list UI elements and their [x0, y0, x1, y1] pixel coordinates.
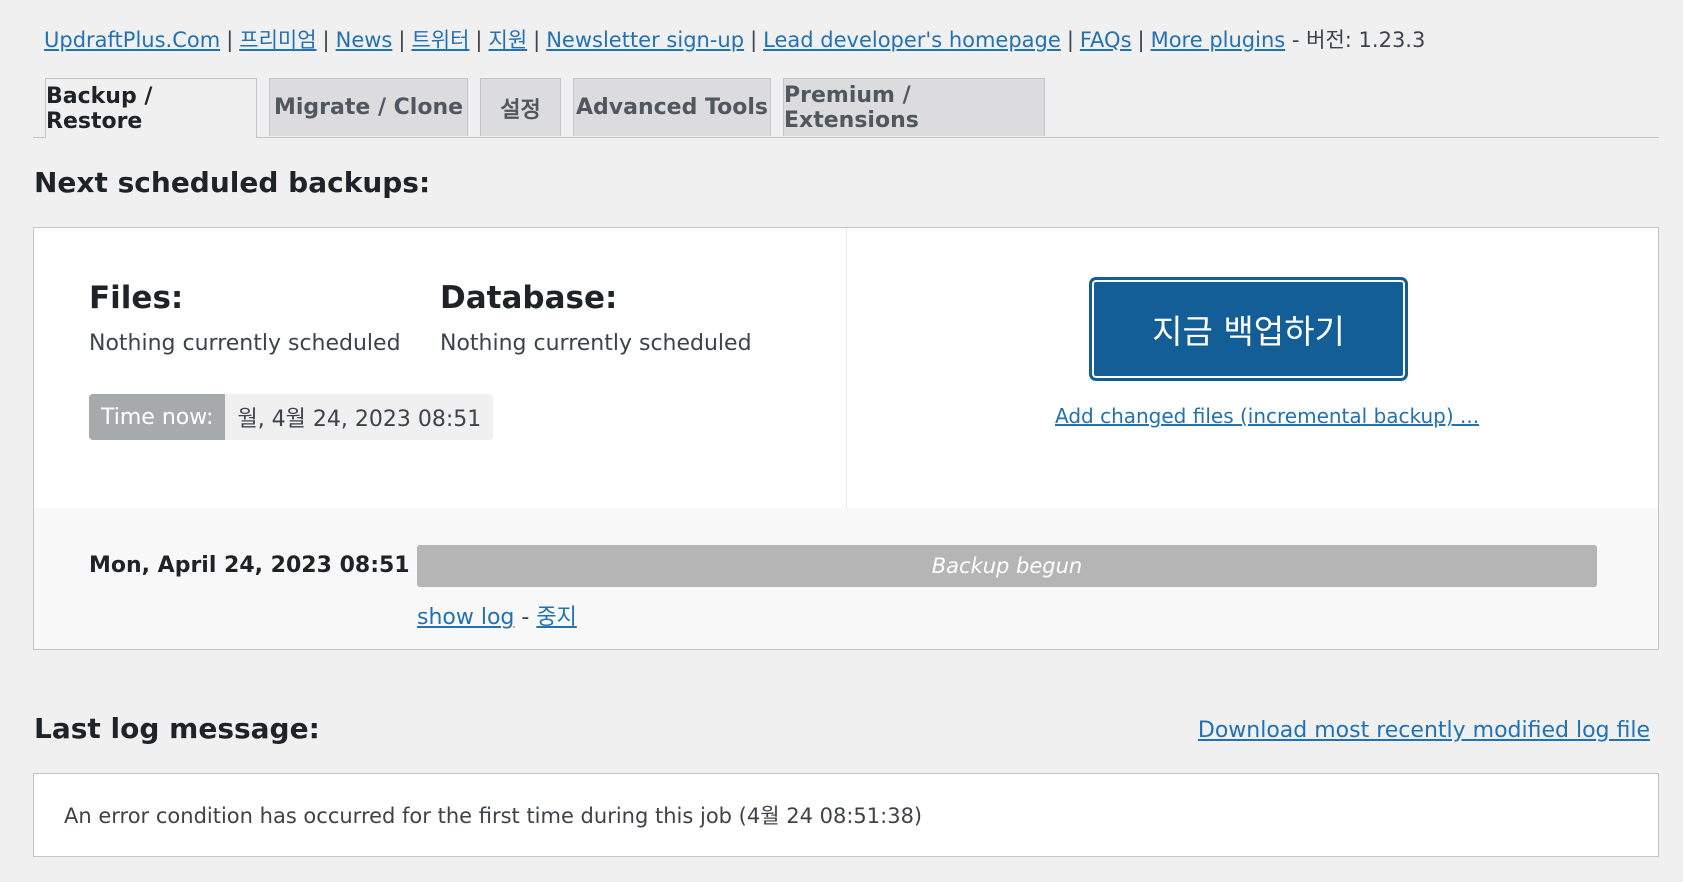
separator: |	[1066, 28, 1074, 52]
time-now-label: Time now:	[89, 394, 226, 440]
files-label: Files:	[89, 280, 184, 316]
tab-premium-extensions[interactable]: Premium / Extensions	[783, 78, 1045, 136]
link-news[interactable]: News	[336, 28, 393, 52]
job-date: Mon, April 24, 2023 08:51	[89, 553, 410, 578]
download-log-link[interactable]: Download most recently modified log file	[1198, 718, 1650, 743]
database-value: Nothing currently scheduled	[440, 331, 752, 356]
separator: |	[322, 28, 330, 52]
tab-migrate-clone[interactable]: Migrate / Clone	[269, 78, 468, 136]
log-message-box: An error condition has occurred for the …	[33, 773, 1659, 857]
backup-now-button[interactable]: 지금 백업하기	[1090, 278, 1407, 380]
version-text: - 버전: 1.23.3	[1291, 28, 1426, 52]
incremental-backup-link[interactable]: Add changed files (incremental backup) .…	[1055, 404, 1479, 428]
link-newsletter[interactable]: Newsletter sign-up	[546, 28, 744, 52]
link-more-plugins[interactable]: More plugins	[1151, 28, 1286, 52]
separator: |	[1137, 28, 1145, 52]
panel-divider	[846, 228, 847, 508]
show-log-link[interactable]: show log	[417, 605, 514, 630]
log-message: An error condition has occurred for the …	[64, 804, 923, 828]
link-premium[interactable]: 프리미엄	[239, 28, 316, 52]
separator: |	[475, 28, 483, 52]
tab-backup-restore[interactable]: Backup / Restore	[45, 78, 257, 138]
time-now-value: 월, 4월 24, 2023 08:51	[225, 394, 494, 440]
stop-link[interactable]: 중지	[536, 605, 576, 630]
log-heading: Last log message:	[34, 712, 320, 745]
link-updraftplus[interactable]: UpdraftPlus.Com	[44, 28, 220, 52]
separator: |	[398, 28, 406, 52]
files-value: Nothing currently scheduled	[89, 331, 401, 356]
link-twitter[interactable]: 트위터	[411, 28, 469, 52]
tab-advanced-tools[interactable]: Advanced Tools	[573, 78, 771, 136]
link-faqs[interactable]: FAQs	[1080, 28, 1132, 52]
top-links-bar: UpdraftPlus.Com | 프리미엄 | News | 트위터 | 지원 | Newslet…	[44, 24, 1425, 54]
tab-settings[interactable]: 설정	[480, 78, 561, 136]
separator: |	[750, 28, 758, 52]
schedule-panel: Files: Nothing currently scheduled Datab…	[33, 227, 1659, 650]
progress-status: Backup begun	[931, 554, 1083, 578]
separator: |	[226, 28, 234, 52]
time-now-box: Time now: 월, 4월 24, 2023 08:51	[89, 394, 494, 440]
job-links: show log - 중지	[417, 599, 577, 631]
backup-progress-bar: Backup begun	[417, 545, 1597, 587]
link-separator: -	[521, 605, 530, 630]
database-label: Database:	[440, 280, 618, 316]
tab-bar: Backup / Restore Migrate / Clone 설정 Adva…	[33, 78, 1659, 138]
scheduled-heading: Next scheduled backups:	[34, 166, 431, 199]
link-lead-developer[interactable]: Lead developer's homepage	[763, 28, 1061, 52]
separator: |	[533, 28, 541, 52]
link-support[interactable]: 지원	[489, 28, 528, 52]
